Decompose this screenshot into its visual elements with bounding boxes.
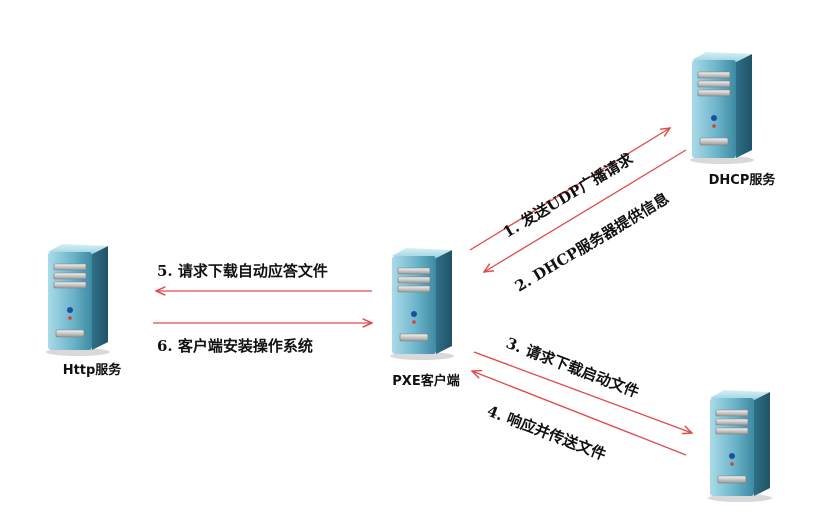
step-6-label: 6. 客户端安装操作系统 <box>157 337 313 355</box>
pxe-client-label: PXE客户端 <box>392 373 459 389</box>
step-4-label: 4. 响应并传送文件 <box>485 402 609 464</box>
tftp-server-icon <box>707 389 773 503</box>
step-5-label: 5. 请求下载自动应答文件 <box>157 262 328 280</box>
dhcp-server-label: DHCP服务 <box>709 172 777 188</box>
http-server-icon <box>45 243 111 357</box>
pxe-client-icon <box>389 247 455 361</box>
dhcp-server-icon <box>689 51 755 165</box>
diagram-canvas: DHCP服务 Http服务 PXE客户端 1. 发送UDP广播请求 2. DHC… <box>45 51 777 503</box>
pxe-boot-diagram: DHCP服务 Http服务 PXE客户端 1. 发送UDP广播请求 2. DHC… <box>0 0 837 529</box>
http-server-label: Http服务 <box>63 362 123 378</box>
